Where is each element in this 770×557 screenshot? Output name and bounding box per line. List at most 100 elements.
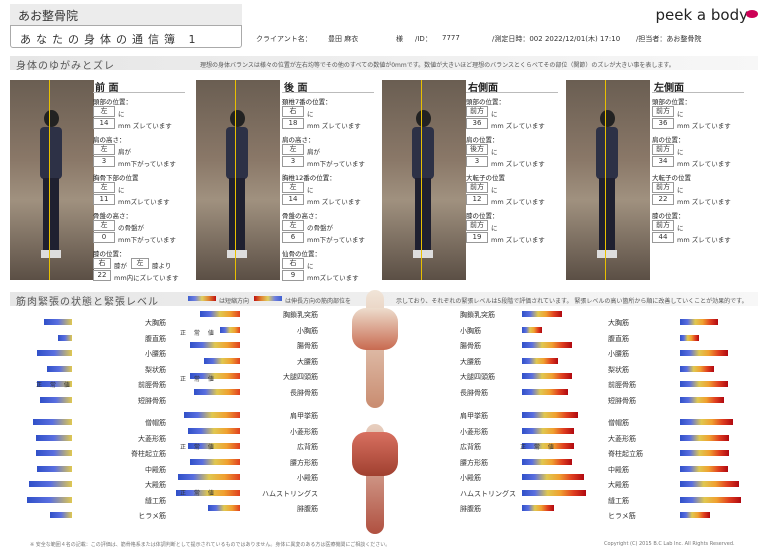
photo-back (196, 80, 280, 280)
muscle-name: 短腓骨筋 (138, 396, 166, 405)
plumb-line (235, 80, 237, 280)
mm-value: 36 (466, 118, 488, 129)
mm-unit: mm ズレています (677, 198, 731, 206)
mm-unit: mm ズレています (491, 198, 545, 206)
plumb-line (605, 80, 607, 280)
id-label: /ID： (415, 35, 432, 43)
muscle-name: 前脛骨筋 (608, 381, 636, 389)
copyright: Copyright (C) 2015 B.C Lab Inc. All Righ… (604, 541, 735, 547)
person-torso (596, 127, 618, 179)
tension-bar (680, 381, 728, 387)
photo-right (382, 80, 466, 280)
muscle-title: 筋肉緊張の状態と緊張レベル (16, 297, 159, 308)
mm-value: 19 (466, 232, 488, 243)
mm-value: 6 (282, 232, 304, 243)
mm-unit: mm下がっています (307, 236, 365, 244)
mm-unit: mm ズレています (307, 198, 361, 206)
tension-bar (190, 458, 240, 465)
mm-unit: mm ズレています (491, 236, 545, 244)
mm-value: 14 (93, 118, 115, 129)
person-torso (412, 127, 434, 179)
muscle-note: 示しており、それぞれの緊張レベルは5段階で評価されています。 緊張レベルの高い箇… (396, 298, 748, 305)
tension-bar (522, 427, 574, 434)
normal-value-label: 正 常 値 (180, 444, 217, 451)
direction-value: 左 (93, 182, 115, 193)
person-feet (413, 250, 433, 258)
tension-bar (178, 474, 240, 480)
direction-value: 前方 (652, 182, 674, 193)
direction-suffix: に (118, 110, 125, 118)
mm-value: 14 (282, 194, 304, 205)
muscle-name: 大腰筋 (460, 357, 481, 366)
knee-text-b: 膝より (152, 262, 172, 270)
muscle-name: 小菱形筋 (290, 427, 318, 436)
person-torso (226, 127, 248, 179)
muscle-name: ハムストリングス (262, 489, 318, 498)
tension-bar (35, 434, 72, 441)
tension-bar (28, 481, 72, 487)
tension-bar (220, 326, 240, 333)
muscle-name: 広背筋 (460, 443, 481, 451)
muscle-name: 胸鎖乳突筋 (283, 311, 318, 319)
muscle-name: 広背筋 (297, 443, 318, 451)
tension-bar (522, 311, 562, 317)
measure-label: 肩の高さ： (282, 136, 315, 144)
muscle-name: 大菱形筋 (608, 434, 636, 443)
mm-unit: mmズレています (118, 198, 170, 206)
knee-text: 膝が (114, 262, 127, 270)
direction-value: 左 (93, 220, 115, 231)
photo-front (10, 80, 94, 280)
muscle-name: 肩甲挙筋 (460, 412, 488, 420)
mm-value: 36 (652, 118, 674, 129)
muscle-name: 小殿筋 (297, 474, 318, 482)
posture-note: 理想の身体バランスは様々の位置が左右均等でその他のすべての数値が0mmです。数値… (200, 62, 675, 69)
direction-suffix: に (677, 186, 684, 194)
tension-bar (39, 396, 72, 403)
tension-bar (680, 481, 739, 487)
measure-label: 仙骨の位置： (282, 250, 321, 258)
tension-bar (35, 450, 72, 456)
mm-value: 18 (282, 118, 304, 129)
muscle-name: 梨状筋 (608, 365, 629, 374)
id-value: 7777 (442, 34, 460, 42)
person-legs (43, 178, 59, 250)
client-name: 豊田 麻衣 (328, 35, 359, 43)
tension-bar (184, 412, 240, 418)
tension-bar (37, 350, 72, 356)
measure-label: 肩の高さ： (93, 136, 126, 144)
muscle-name: 小腰筋 (145, 350, 166, 358)
muscle-name: 腰方形筋 (460, 458, 488, 467)
muscle-name: 腸骨筋 (460, 342, 481, 350)
direction-value: 後方 (466, 144, 488, 155)
clinic-name: あお整骨院 (10, 4, 242, 26)
person-feet (227, 250, 247, 258)
direction-value: 左 (282, 144, 304, 155)
muscle-name: 縫工筋 (145, 496, 166, 505)
mm-value: 12 (466, 194, 488, 205)
direction-value: 前方 (466, 182, 488, 193)
tension-bar (194, 388, 240, 395)
muscle-name: 長腓骨筋 (290, 388, 318, 397)
measure-label: 骨盤の高さ： (93, 212, 132, 220)
direction-suffix: に (491, 224, 498, 232)
tension-bar (680, 396, 724, 403)
direction-suffix: 肩が (118, 148, 131, 156)
normal-value-label: 正 常 値 (520, 444, 557, 451)
view-title-rule (652, 92, 744, 93)
normal-value-label: 正 常 値 (180, 376, 217, 383)
direction-suffix: の骨盤が (118, 224, 144, 232)
tension-bar (44, 319, 72, 325)
mm-value: 34 (652, 156, 674, 167)
legend-short: は短縮方向 (219, 298, 250, 305)
measure-label: 肩の位置： (466, 136, 499, 144)
measure-label: 胸椎12番の位置： (282, 174, 336, 182)
person-legs (229, 178, 245, 250)
person-head (416, 110, 431, 127)
measure-label: 膝の位置： (93, 250, 126, 258)
measure-label: 大転子の位置 (466, 174, 505, 182)
muscle-name: 長腓骨筋 (460, 388, 488, 397)
mm-value: 3 (466, 156, 488, 167)
plumb-line (421, 80, 423, 280)
client-label: クライアント名： (256, 35, 312, 43)
person-silhouette (224, 110, 250, 260)
